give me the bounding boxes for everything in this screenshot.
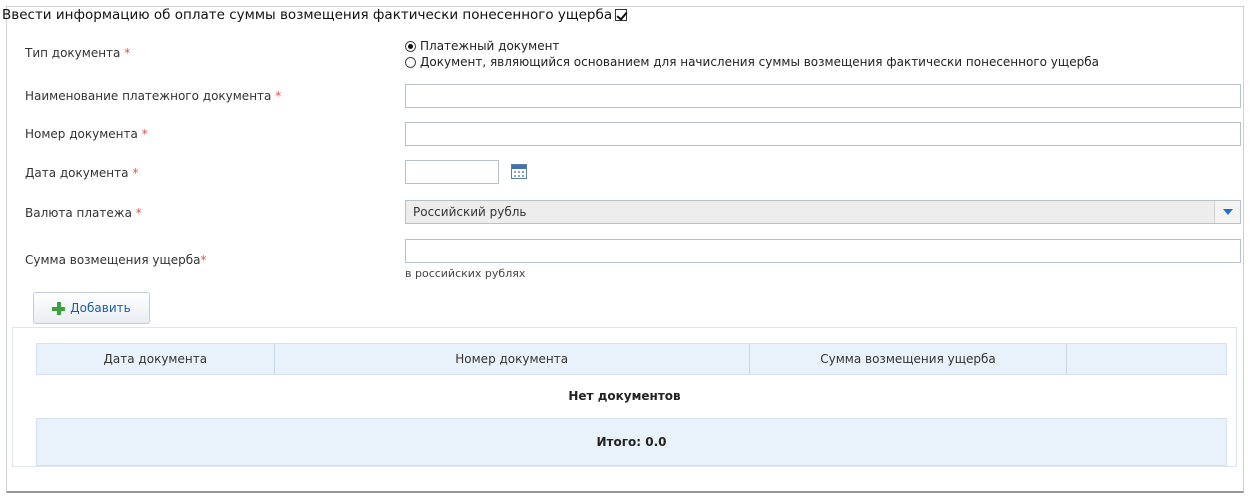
column-header-actions <box>1067 344 1226 374</box>
table-total-row: Итого: 0.0 <box>36 418 1227 466</box>
documents-table: Дата документа Номер документа Сумма воз… <box>12 327 1237 467</box>
required-mark: * <box>132 166 139 180</box>
radio-option-basis-doc[interactable]: Документ, являющийся основанием для начи… <box>405 55 1099 69</box>
table-total-text: Итого: 0.0 <box>596 435 667 449</box>
calendar-icon[interactable] <box>511 164 527 179</box>
table-header: Дата документа Номер документа Сумма воз… <box>36 343 1227 375</box>
add-button-label: Добавить <box>70 301 131 315</box>
amount-input[interactable] <box>405 239 1241 263</box>
radio-option-label: Платежный документ <box>420 39 560 53</box>
required-mark: * <box>200 253 207 267</box>
amount-label-text: Сумма возмещения ущерба <box>25 253 201 267</box>
doc-number-label: Номер документа * <box>25 127 148 141</box>
required-mark: * <box>275 89 282 103</box>
amount-hint: в российских рублях <box>405 267 526 280</box>
currency-label-text: Валюта платежа <box>25 206 132 220</box>
dropdown-arrow-icon[interactable] <box>1214 201 1240 223</box>
add-button[interactable]: Добавить <box>33 292 150 324</box>
radio-unselected-icon[interactable] <box>405 56 416 68</box>
payment-doc-name-input[interactable] <box>405 84 1241 108</box>
currency-select[interactable]: Российский рубль <box>405 200 1241 224</box>
column-header-date[interactable]: Дата документа <box>37 344 275 374</box>
table-empty-message: Нет документов <box>568 389 681 403</box>
checkbox-checked-icon[interactable] <box>615 9 628 21</box>
column-header-number[interactable]: Номер документа <box>275 344 750 374</box>
radio-selected-icon[interactable] <box>405 40 416 52</box>
radio-option-payment-doc[interactable]: Платежный документ <box>405 39 559 53</box>
doc-number-input[interactable] <box>405 122 1241 146</box>
payment-doc-name-label-text: Наименование платежного документа <box>25 89 272 103</box>
doc-date-label-text: Дата документа <box>25 166 129 180</box>
required-mark: * <box>135 206 142 220</box>
doc-date-label: Дата документа * <box>25 166 138 180</box>
doc-number-label-text: Номер документа <box>25 127 138 141</box>
currency-select-value: Российский рубль <box>413 205 527 219</box>
radio-option-label: Документ, являющийся основанием для начи… <box>420 55 1099 69</box>
currency-label: Валюта платежа * <box>25 206 142 220</box>
payment-doc-name-label: Наименование платежного документа * <box>25 89 281 103</box>
payment-info-title: Ввести информацию об оплате суммы возмещ… <box>2 7 613 23</box>
amount-label: Сумма возмещения ущерба* <box>25 253 207 267</box>
required-mark: * <box>141 127 148 141</box>
doc-type-label-text: Тип документа <box>25 46 121 60</box>
required-mark: * <box>124 46 131 60</box>
plus-icon <box>52 301 66 315</box>
column-header-amount[interactable]: Сумма возмещения ущерба <box>750 344 1068 374</box>
payment-info-header: Ввести информацию об оплате суммы возмещ… <box>2 6 628 24</box>
doc-date-input[interactable] <box>405 160 499 184</box>
doc-type-label: Тип документа * <box>25 46 130 60</box>
